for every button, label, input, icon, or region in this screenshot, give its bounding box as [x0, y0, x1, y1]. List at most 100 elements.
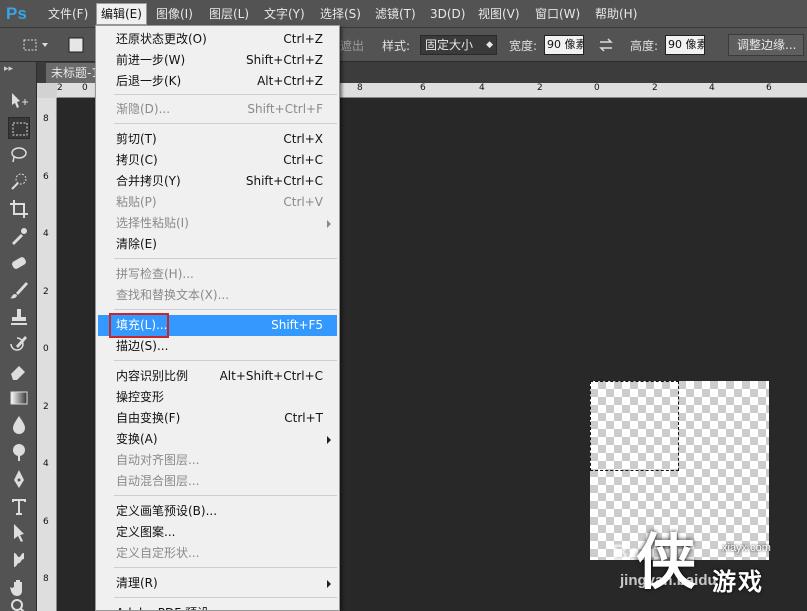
pen-tool-icon[interactable]: [8, 468, 30, 490]
collapse-panel-icon[interactable]: ▸▸: [4, 64, 13, 74]
menu-item-spell-check[interactable]: 拼写检查(H)...: [98, 264, 337, 285]
menu-item-puppet-warp[interactable]: 操控变形: [98, 387, 337, 408]
eraser-tool-icon[interactable]: [8, 360, 30, 382]
hand-tool-icon[interactable]: [8, 576, 30, 598]
menu-item-define-pattern[interactable]: 定义图案...: [98, 522, 337, 543]
ruler-tick: 0: [82, 83, 88, 93]
history-brush-tool-icon[interactable]: [8, 333, 30, 355]
photoshop-logo: Ps: [6, 4, 27, 23]
menu-separator: [114, 309, 337, 310]
zoom-tool-icon[interactable]: [8, 596, 30, 611]
preset-dropdown-arrow-icon[interactable]: [42, 43, 48, 47]
menu-item-cut[interactable]: 剪切(T) Ctrl+X: [98, 129, 337, 150]
menu-help[interactable]: 帮助(H): [591, 4, 641, 24]
eyedropper-tool-icon[interactable]: [8, 225, 30, 247]
menu-item-paste[interactable]: 粘贴(P) Ctrl+V: [98, 192, 337, 213]
menu-type[interactable]: 文字(Y): [260, 4, 309, 24]
height-input[interactable]: 90 像素: [665, 35, 705, 55]
menu-item-stroke[interactable]: 描边(S)...: [98, 336, 337, 357]
submenu-arrow-icon: [327, 436, 331, 444]
watermark-jingyan-text: jingyan.baidu: [620, 572, 717, 589]
width-label: 宽度:: [509, 39, 538, 53]
custom-shape-tool-icon[interactable]: [8, 549, 30, 571]
menu-separator: [114, 360, 337, 361]
move-tool-icon[interactable]: [8, 90, 30, 112]
ruler-tick: 0: [594, 83, 600, 93]
menu-item-undo[interactable]: 还原状态更改(O) Ctrl+Z: [98, 29, 337, 50]
menu-item-find-replace[interactable]: 查找和替换文本(X)...: [98, 285, 337, 306]
menu-item-free-transform[interactable]: 自由变换(F) Ctrl+T: [98, 408, 337, 429]
rect-marquee-tool-icon[interactable]: [8, 117, 30, 139]
ruler-tick: 2: [43, 402, 49, 412]
blur-tool-icon[interactable]: [8, 414, 30, 436]
ruler-tick: 6: [43, 517, 49, 527]
clone-stamp-tool-icon[interactable]: [8, 306, 30, 328]
gradient-tool-icon[interactable]: [8, 387, 30, 409]
lasso-tool-icon[interactable]: [8, 144, 30, 166]
menu-item-step-backward[interactable]: 后退一步(K) Alt+Ctrl+Z: [98, 71, 337, 92]
dodge-tool-icon[interactable]: [8, 441, 30, 463]
style-select[interactable]: 固定大小 ◆: [420, 35, 497, 55]
menu-separator: [114, 495, 337, 496]
menu-item-transform[interactable]: 变换(A): [98, 429, 337, 450]
ruler-tick: 4: [709, 83, 715, 93]
submenu-arrow-icon: [327, 220, 331, 228]
menu-separator: [114, 94, 337, 95]
menu-item-copy-merged[interactable]: 合并拷贝(Y) Shift+Ctrl+C: [98, 171, 337, 192]
crop-tool-icon[interactable]: [8, 198, 30, 220]
menu-item-copy[interactable]: 拷贝(C) Ctrl+C: [98, 150, 337, 171]
ruler-tick: 8: [357, 83, 363, 93]
new-selection-icon[interactable]: [68, 37, 84, 53]
style-select-value: 固定大小: [425, 38, 474, 52]
menu-item-pdf-presets[interactable]: Adobe PDF 预设...: [98, 603, 337, 610]
brush-tool-icon[interactable]: [8, 279, 30, 301]
swap-width-height-icon[interactable]: [598, 37, 614, 53]
refine-edge-button[interactable]: 调整边缘...: [728, 34, 804, 56]
width-input[interactable]: 90 像素: [544, 35, 584, 55]
menu-item-define-custom-shape[interactable]: 定义自定形状...: [98, 543, 337, 564]
watermark-game-text: 游戏: [712, 568, 764, 596]
ruler-tick: 2: [43, 287, 49, 297]
vertical-ruler[interactable]: 8 6 4 2 0 2 4 6 8: [37, 98, 57, 611]
submenu-arrow-icon: [327, 580, 331, 588]
menu-item-content-aware-scale[interactable]: 内容识别比例 Alt+Shift+Ctrl+C: [98, 366, 337, 387]
menu-item-purge[interactable]: 清理(R): [98, 573, 337, 594]
menu-select[interactable]: 选择(S): [316, 4, 365, 24]
document-tab[interactable]: 未标题-1: [46, 63, 98, 83]
menu-item-clear[interactable]: 清除(E): [98, 234, 337, 255]
style-label: 样式:: [382, 39, 411, 53]
menu-item-paste-special[interactable]: 选择性粘贴(I): [98, 213, 337, 234]
menu-file[interactable]: 文件(F): [44, 4, 92, 24]
menu-filter[interactable]: 滤镜(T): [371, 4, 420, 24]
quick-selection-tool-icon[interactable]: [8, 171, 30, 193]
menu-image[interactable]: 图像(I): [152, 4, 197, 24]
selection-marquee[interactable]: [590, 381, 679, 471]
menu-item-define-brush[interactable]: 定义画笔预设(B)...: [98, 501, 337, 522]
ruler-tick: 4: [479, 83, 485, 93]
ruler-origin[interactable]: [37, 83, 57, 98]
menu-item-fade[interactable]: 渐隐(D)... Shift+Ctrl+F: [98, 99, 337, 120]
menu-view[interactable]: 视图(V): [474, 4, 524, 24]
healing-brush-tool-icon[interactable]: [8, 252, 30, 274]
ruler-tick: 6: [43, 172, 49, 182]
menu-item-step-forward[interactable]: 前进一步(W) Shift+Ctrl+Z: [98, 50, 337, 71]
fill-highlight-annotation: [109, 313, 169, 338]
ruler-tick: 4: [43, 459, 49, 469]
ruler-tick: 0: [43, 344, 49, 354]
ruler-tick: 2: [652, 83, 658, 93]
menu-edit[interactable]: 编辑(E): [96, 3, 147, 25]
ruler-tick: 6: [766, 83, 772, 93]
type-tool-icon[interactable]: [8, 495, 30, 517]
menu-3d[interactable]: 3D(D): [426, 4, 469, 24]
partial-option-label: 遮出: [340, 39, 365, 53]
tools-panel: ▸▸: [0, 62, 37, 611]
menu-item-auto-align-layers[interactable]: 自动对齐图层...: [98, 450, 337, 471]
rect-marquee-preset-icon[interactable]: [22, 37, 38, 53]
ruler-tick: 8: [43, 574, 49, 584]
path-selection-tool-icon[interactable]: [8, 522, 30, 544]
menu-layer[interactable]: 图层(L): [205, 4, 253, 24]
menu-window[interactable]: 窗口(W): [531, 4, 584, 24]
menu-item-auto-blend-layers[interactable]: 自动混合图层...: [98, 471, 337, 492]
ruler-tick: 8: [43, 114, 49, 124]
style-select-arrow-icon: ◆: [486, 40, 493, 50]
